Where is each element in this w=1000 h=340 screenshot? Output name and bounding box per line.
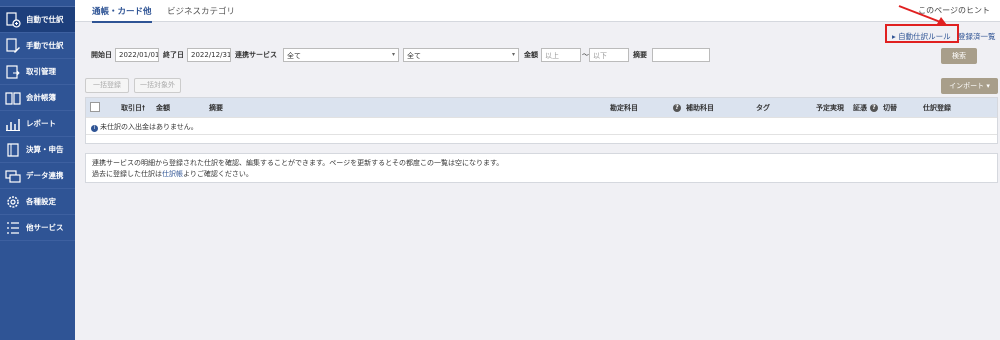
manual-journal-icon xyxy=(5,37,21,54)
tab-bank-card[interactable]: 通帳・カード他 xyxy=(92,5,152,23)
sidebar-item-other-services[interactable]: 他サービス xyxy=(0,215,75,241)
col-sub-account-header: 補助科目 xyxy=(686,104,714,112)
sidebar-item-label: 自動で仕訳 xyxy=(26,15,64,24)
sidebar-item-label: レポート xyxy=(26,119,56,128)
amount-min-input[interactable]: 以上 xyxy=(541,48,581,62)
empty-message-text: 未仕訳の入出金はありません。 xyxy=(100,123,198,131)
sidebar-item-ledger[interactable]: 会計帳簿 xyxy=(0,85,75,111)
start-date-label: 開始日 xyxy=(91,51,112,59)
filter-bar: 開始日 2022/01/01 終了日 2022/12/31 連携サービス 全て ▾… xyxy=(75,48,1000,62)
sidebar-item-label: 各種設定 xyxy=(26,197,56,206)
sort-up-icon: 🠕 xyxy=(142,104,146,112)
chevron-down-icon: ▾ xyxy=(511,51,515,58)
registered-list-link[interactable]: 登録済一覧 xyxy=(958,31,996,42)
col-date-label: 取引日 xyxy=(121,104,142,112)
sidebar-item-label: 取引管理 xyxy=(26,67,56,76)
sidebar-item-manual-journal[interactable]: 手動で仕訳 xyxy=(0,33,75,59)
auto-journal-rule-link[interactable]: ▸ 自動仕訳ルール xyxy=(892,31,951,42)
gear-icon xyxy=(5,194,21,210)
sidebar-top-edge xyxy=(0,0,75,7)
col-tag-header: タグ xyxy=(756,104,770,112)
note-line-2-prefix: 過去に登録した仕訳は xyxy=(92,170,162,178)
col-account-header: 勘定科目 xyxy=(610,104,638,112)
service-sub-select[interactable]: 全て ▾ xyxy=(403,48,519,62)
sidebar-item-label: 他サービス xyxy=(26,223,64,232)
sidebar: 自動で仕訳 手動で仕訳 取引管理 会計帳簿 レポート 決算・申告 データ連携 各… xyxy=(0,0,75,340)
note-line-1: 連携サービスの明細から登録された仕訳を確認、編集することができます。ページを更新… xyxy=(92,159,504,167)
sidebar-item-auto-journal[interactable]: 自動で仕訳 xyxy=(0,7,75,33)
sidebar-item-tax-return[interactable]: 決算・申告 xyxy=(0,137,75,163)
sidebar-item-label: 決算・申告 xyxy=(26,145,64,154)
info-icon: i xyxy=(91,125,98,132)
ledger-icon xyxy=(5,90,21,106)
chevron-down-icon: ▾ xyxy=(391,51,395,58)
tab-bar: 通帳・カード他 ビジネスカテゴリ このページのヒント xyxy=(75,0,1000,23)
search-button[interactable]: 検索 xyxy=(941,48,977,64)
sidebar-item-data-link[interactable]: データ連携 xyxy=(0,163,75,189)
end-date-label: 終了日 xyxy=(163,51,184,59)
amount-max-input[interactable]: 以下 xyxy=(589,48,629,62)
col-planned-header: 予定実現 xyxy=(816,104,844,112)
service-select[interactable]: 全て ▾ xyxy=(283,48,399,62)
memo-input[interactable] xyxy=(652,48,710,62)
journal-table: 取引日🠕 金額 摘要 勘定科目 ? 補助科目 タグ 予定実現 証憑 ? 切替 仕… xyxy=(85,97,998,144)
transaction-icon xyxy=(5,64,21,80)
data-link-icon xyxy=(5,168,21,184)
sidebar-item-report[interactable]: レポート xyxy=(0,111,75,137)
col-split-header: 切替 xyxy=(883,104,897,112)
tax-return-icon xyxy=(5,142,21,158)
account-help-icon[interactable]: ? xyxy=(673,103,681,112)
sidebar-item-transactions[interactable]: 取引管理 xyxy=(0,59,75,85)
end-date-input[interactable]: 2022/12/31 xyxy=(187,48,231,62)
col-evidence-header: 証憑 xyxy=(853,104,867,112)
service-sub-select-value: 全て xyxy=(407,52,421,60)
select-all-checkbox[interactable] xyxy=(90,102,100,112)
service-select-value: 全て xyxy=(287,52,301,60)
info-note: 連携サービスの明細から登録された仕訳を確認、編集することができます。ページを更新… xyxy=(85,153,998,183)
table-footer-row xyxy=(86,134,997,143)
memo-label: 摘要 xyxy=(633,51,647,59)
sidebar-item-label: 会計帳簿 xyxy=(26,93,56,102)
start-date-input[interactable]: 2022/01/01 xyxy=(115,48,159,62)
service-label: 連携サービス xyxy=(235,51,277,59)
col-memo-header: 摘要 xyxy=(209,104,223,112)
evidence-help-icon[interactable]: ? xyxy=(870,103,878,112)
bulk-exclude-button[interactable]: 一括対象外 xyxy=(134,78,181,93)
sidebar-item-label: データ連携 xyxy=(26,171,64,180)
auto-journal-icon xyxy=(5,11,21,28)
amount-range-tilde: 〜 xyxy=(582,51,589,59)
auto-journal-rule-label: 自動仕訳ルール xyxy=(898,32,951,41)
note-line-2: 過去に登録した仕訳は仕訳帳よりご確認ください。 xyxy=(92,169,991,180)
main-content: 通帳・カード他 ビジネスカテゴリ このページのヒント ▸ 自動仕訳ルール 登録済… xyxy=(75,0,1000,340)
amount-label: 金額 xyxy=(524,51,538,59)
table-header: 取引日🠕 金額 摘要 勘定科目 ? 補助科目 タグ 予定実現 証憑 ? 切替 仕… xyxy=(86,98,997,117)
sidebar-item-settings[interactable]: 各種設定 xyxy=(0,189,75,215)
col-date-header[interactable]: 取引日🠕 xyxy=(121,103,145,115)
report-icon xyxy=(5,116,21,132)
bulk-register-button[interactable]: 一括登録 xyxy=(85,78,129,93)
journal-book-link[interactable]: 仕訳帳 xyxy=(162,170,183,178)
col-amount-header: 金額 xyxy=(156,104,170,112)
empty-message: i 未仕訳の入出金はありません。 xyxy=(91,122,198,132)
col-register-header: 仕訳登録 xyxy=(923,104,951,112)
note-line-2-suffix: よりご確認ください。 xyxy=(183,170,253,178)
empty-row: i 未仕訳の入出金はありません。 xyxy=(86,117,997,134)
sidebar-item-label: 手動で仕訳 xyxy=(26,41,64,50)
import-button[interactable]: インポート ▾ xyxy=(941,78,998,94)
tab-business-category[interactable]: ビジネスカテゴリ xyxy=(167,5,235,17)
other-services-icon xyxy=(5,220,21,236)
